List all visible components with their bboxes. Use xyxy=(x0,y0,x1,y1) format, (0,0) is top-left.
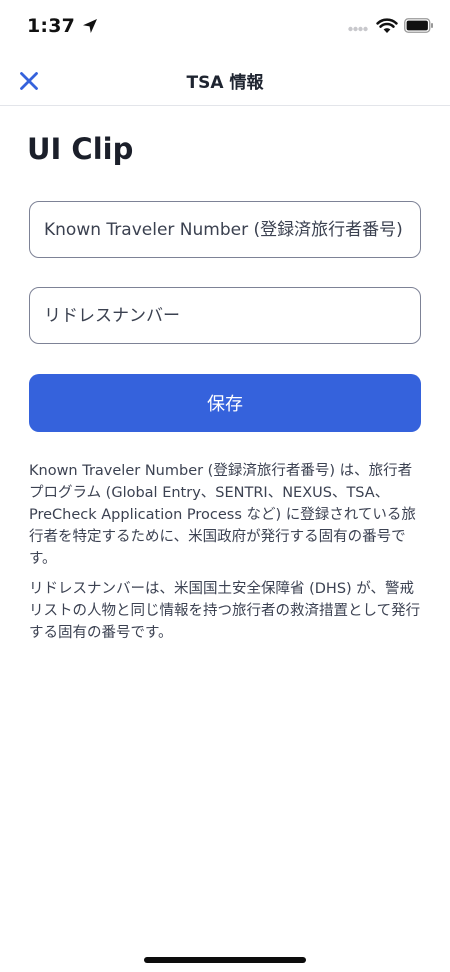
status-time: 1:37 xyxy=(27,15,76,37)
save-button[interactable]: 保存 xyxy=(29,374,421,432)
wifi-icon xyxy=(376,18,398,33)
known-traveler-description: Known Traveler Number (登録済旅行者番号) は、旅行者プロ… xyxy=(29,463,416,567)
redress-number-field[interactable] xyxy=(29,287,421,344)
battery-icon xyxy=(404,18,433,33)
home-indicator[interactable] xyxy=(144,957,306,963)
known-traveler-number-input[interactable] xyxy=(30,202,420,257)
redress-number-input[interactable] xyxy=(30,288,420,343)
signal-icon xyxy=(348,26,368,32)
known-traveler-number-field[interactable] xyxy=(29,201,421,258)
navigation-bar: TSA 情報 xyxy=(0,56,450,106)
status-bar: 1:37 xyxy=(0,0,450,56)
page-title: UI Clip xyxy=(27,132,134,166)
redress-description: リドレスナンバーは、米国国土安全保障省 (DHS) が、警戒リストの人物と同じ情… xyxy=(29,581,421,641)
nav-title: TSA 情報 xyxy=(186,73,264,93)
location-arrow-icon xyxy=(83,19,97,33)
